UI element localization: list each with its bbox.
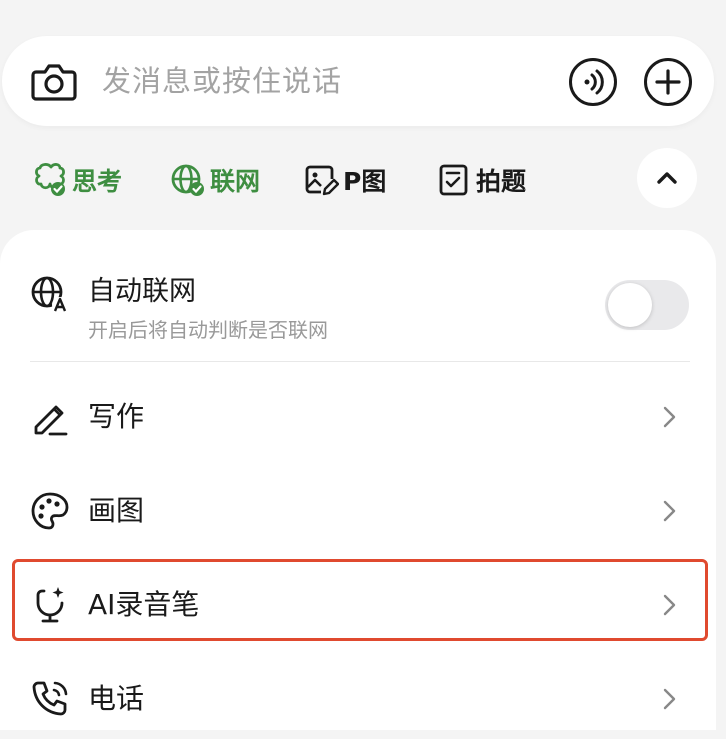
menu-item-drawing[interactable]: 画图 (0, 471, 716, 551)
question-scan-icon (439, 164, 468, 196)
chip-photo-question[interactable]: 拍题 (436, 160, 526, 200)
menu-item-writing[interactable]: 写作 (0, 377, 716, 457)
collapse-button[interactable] (637, 148, 697, 208)
menu-item-label: 写作 (88, 400, 145, 433)
pen-icon (34, 405, 68, 436)
add-button[interactable] (644, 58, 692, 106)
chip-photo-question-label: 拍题 (476, 167, 527, 196)
globe-a-icon (31, 276, 68, 313)
message-input[interactable]: 发消息或按住说话 (102, 62, 342, 100)
chip-p-image[interactable]: P图 (303, 160, 386, 200)
auto-web-toggle[interactable] (605, 280, 689, 330)
auto-web-row: 自动联网 开启后将自动判断是否联网 (0, 266, 716, 356)
auto-web-title: 自动联网 (88, 276, 196, 307)
chip-p-image-label: P图 (343, 167, 387, 196)
chevron-right-icon (663, 406, 676, 428)
chip-think-label: 思考 (72, 167, 123, 196)
menu-item-label: AI录音笔 (88, 588, 200, 621)
chevron-right-icon (663, 500, 676, 522)
camera-icon[interactable] (30, 60, 78, 104)
divider (30, 361, 690, 362)
menu-item-ai-recorder[interactable]: AI录音笔 (0, 565, 716, 645)
chevron-right-icon (663, 594, 676, 616)
image-edit-icon (305, 165, 339, 196)
chevron-right-icon (663, 688, 676, 710)
recorder-icon (36, 587, 64, 623)
menu-item-phone[interactable]: 电话 (0, 659, 716, 739)
menu-item-label: 电话 (88, 682, 145, 715)
globe-check-icon (171, 164, 204, 196)
chip-web[interactable]: 联网 (170, 160, 260, 200)
chip-think[interactable]: 思考 (32, 160, 122, 200)
menu-item-label: 画图 (88, 494, 145, 527)
think-icon (35, 163, 65, 196)
plus-icon (655, 69, 681, 95)
sound-wave-icon (584, 69, 604, 95)
chevron-up-icon (657, 172, 677, 184)
message-input-bar[interactable]: 发消息或按住说话 (2, 36, 714, 126)
feature-panel: 自动联网 开启后将自动判断是否联网 写作 画图 AI录音笔 电话 (0, 230, 716, 730)
chip-web-label: 联网 (210, 167, 261, 196)
toggle-knob (608, 283, 652, 327)
auto-web-subtitle: 开启后将自动判断是否联网 (88, 318, 328, 342)
palette-icon (31, 492, 69, 530)
phone-icon (32, 681, 68, 716)
voice-call-button[interactable] (569, 58, 617, 106)
